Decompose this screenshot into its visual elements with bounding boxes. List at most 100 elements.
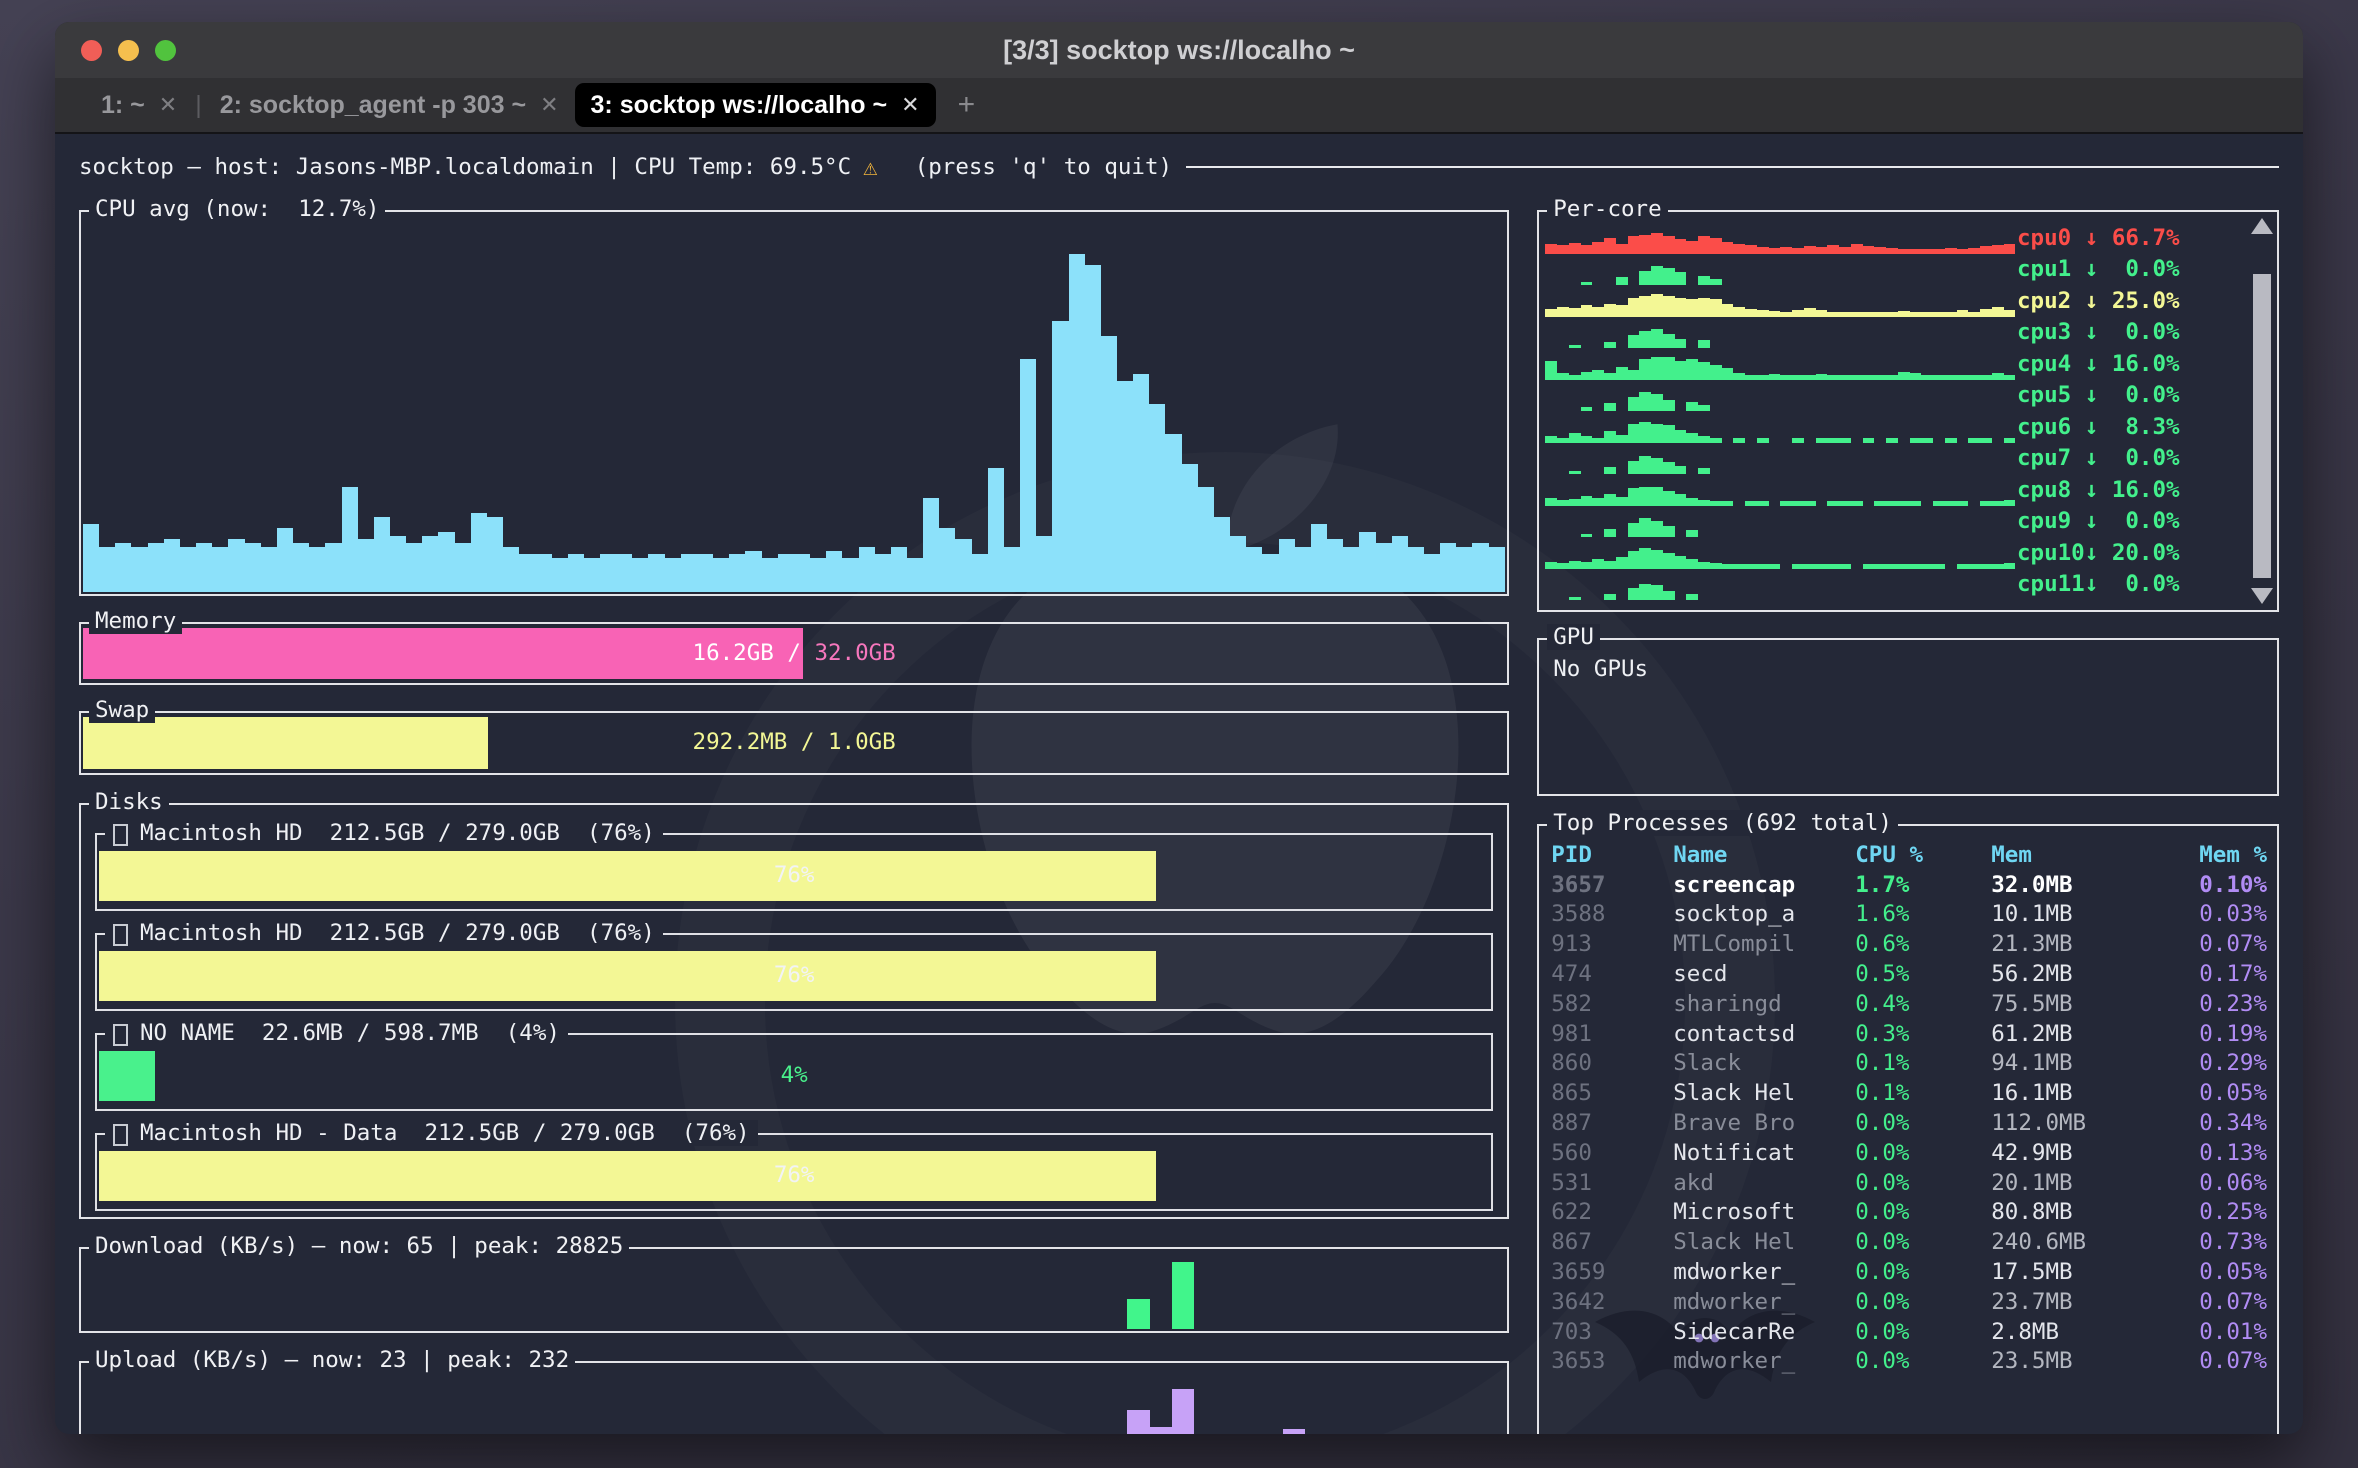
process-row[interactable]: 867Slack Hel0.0%240.6MB0.73% (1551, 1227, 2267, 1257)
process-row[interactable]: 981contactsd0.3%61.2MB0.19% (1551, 1019, 2267, 1049)
process-cell: 0.06% (2199, 1170, 2267, 1196)
process-row[interactable]: 3642mdworker_0.0%23.7MB0.07% (1551, 1287, 2267, 1317)
process-cell: contactsd (1673, 1021, 1855, 1047)
process-cell: 0.1% (1855, 1050, 1991, 1076)
core-row: cpu11↓ 0.0% (1545, 569, 2241, 601)
process-cell: SidecarRe (1673, 1319, 1855, 1345)
core-label: cpu2 ↓ 25.0% (2015, 286, 2241, 317)
disk-bar-label: 76% (99, 962, 1489, 988)
process-row[interactable]: 3657screencap1.7%32.0MB0.10% (1551, 870, 2267, 900)
disk-usage-bar: 76% (99, 951, 1489, 1001)
process-column-header: Name (1673, 842, 1855, 868)
core-sparkline (1545, 285, 2015, 317)
process-cell: 0.0% (1855, 1199, 1991, 1225)
close-tab-icon[interactable]: ✕ (540, 92, 558, 118)
process-cell: 913 (1551, 931, 1673, 957)
scrollbar-thumb[interactable] (2253, 274, 2271, 578)
core-label: cpu1 ↓ 0.0% (2015, 254, 2241, 285)
process-row[interactable]: 560Notificat0.0%42.9MB0.13% (1551, 1138, 2267, 1168)
process-row[interactable]: 474secd0.5%56.2MB0.17% (1551, 959, 2267, 989)
tab-3-active[interactable]: 3: socktop ws://localho ~ ✕ (575, 83, 936, 127)
tab-1[interactable]: 1: ~ ✕ (85, 83, 193, 127)
download-panel: Download (KB/s) — now: 65 | peak: 28825 (79, 1247, 1509, 1334)
new-tab-button[interactable]: + (936, 88, 998, 122)
core-row: cpu7 ↓ 0.0% (1545, 443, 2241, 475)
process-table-header: PIDNameCPU %MemMem % (1551, 840, 2267, 870)
process-cell: socktop_a (1673, 901, 1855, 927)
process-cell: 0.5% (1855, 961, 1991, 987)
tab-label: 3: socktop ws://localho ~ (591, 91, 888, 120)
core-label: cpu3 ↓ 0.0% (2015, 317, 2241, 348)
core-label: cpu8 ↓ 16.0% (2015, 475, 2241, 506)
process-cell: 474 (1551, 961, 1673, 987)
core-label: cpu11↓ 0.0% (2015, 569, 2241, 600)
process-row[interactable]: 3588socktop_a1.6%10.1MB0.03% (1551, 900, 2267, 930)
process-cell: 3659 (1551, 1259, 1673, 1285)
process-row[interactable]: 531akd0.0%20.1MB0.06% (1551, 1168, 2267, 1198)
close-tab-icon[interactable]: ✕ (159, 92, 177, 118)
disk-item: Macintosh HD - Data 212.5GB / 279.0GB (7… (95, 1133, 1493, 1211)
memory-title: Memory (89, 608, 182, 634)
process-cell: 20.1MB (1991, 1170, 2199, 1196)
window-titlebar[interactable]: [3/3] socktop ws://localho ~ (55, 22, 2303, 78)
header-rule (1186, 166, 2279, 168)
swap-bar-label: 292.2MB / 1.0GB (83, 729, 1505, 755)
tab-label: 2: socktop_agent -p 303 ~ (220, 91, 526, 120)
process-cell: 0.1% (1855, 1080, 1991, 1106)
disk-bar-label: 76% (99, 862, 1489, 888)
process-cell: 0.0% (1855, 1140, 1991, 1166)
process-cell: 0.0% (1855, 1259, 1991, 1285)
scroll-up-icon[interactable] (2251, 218, 2273, 234)
process-cell: 531 (1551, 1170, 1673, 1196)
process-cell: 0.01% (2199, 1319, 2267, 1345)
core-sparkline (1545, 348, 2015, 380)
process-cell: Microsoft (1673, 1199, 1855, 1225)
missing-glyph-icon (113, 1024, 128, 1046)
tab-separator: | (193, 91, 204, 120)
terminal-content: socktop — host: Jasons-MBP.localdomain |… (55, 136, 2303, 1434)
temp-warning-icon: ⚠ (863, 153, 877, 181)
process-cell: secd (1673, 961, 1855, 987)
core-sparkline (1545, 569, 2015, 601)
disks-panel: Disks Macintosh HD 212.5GB / 279.0GB (76… (79, 803, 1509, 1219)
process-row[interactable]: 622Microsoft0.0%80.8MB0.25% (1551, 1198, 2267, 1228)
process-cell: 80.8MB (1991, 1199, 2199, 1225)
core-row: cpu3 ↓ 0.0% (1545, 317, 2241, 349)
core-row: cpu5 ↓ 0.0% (1545, 380, 2241, 412)
gpu-title: GPU (1547, 624, 1600, 650)
process-column-header: Mem % (2199, 842, 2267, 868)
process-cell: 240.6MB (1991, 1229, 2199, 1255)
process-row[interactable]: 887Brave Bro0.0%112.0MB0.34% (1551, 1108, 2267, 1138)
process-row[interactable]: 865Slack Hel0.1%16.1MB0.05% (1551, 1078, 2267, 1108)
process-row[interactable]: 3653mdworker_0.0%23.5MB0.07% (1551, 1347, 2267, 1377)
memory-panel: Memory 16.2GB / 32.0GB (79, 622, 1509, 686)
process-cell: Slack (1673, 1050, 1855, 1076)
process-cell: Notificat (1673, 1140, 1855, 1166)
process-cell: 0.05% (2199, 1259, 2267, 1285)
core-row: cpu8 ↓ 16.0% (1545, 474, 2241, 506)
disk-usage-bar: 4% (99, 1051, 1489, 1101)
per-core-scrollbar[interactable] (2251, 218, 2273, 604)
core-label: cpu9 ↓ 0.0% (2015, 506, 2241, 537)
upload-chart (83, 1367, 1505, 1434)
process-cell: 0.0% (1855, 1319, 1991, 1345)
process-row[interactable]: 3659mdworker_0.0%17.5MB0.05% (1551, 1257, 2267, 1287)
swap-title: Swap (89, 697, 155, 723)
disk-item-title: Macintosh HD - Data 212.5GB / 279.0GB (7… (105, 1120, 758, 1146)
core-label: cpu0 ↓ 66.7% (2015, 223, 2241, 254)
process-cell: 0.0% (1855, 1170, 1991, 1196)
close-tab-icon[interactable]: ✕ (901, 92, 919, 118)
disk-item: NO NAME 22.6MB / 598.7MB (4%)4% (95, 1033, 1493, 1111)
process-cell: 23.7MB (1991, 1289, 2199, 1315)
process-row[interactable]: 582sharingd0.4%75.5MB0.23% (1551, 989, 2267, 1019)
process-row[interactable]: 913MTLCompil0.6%21.3MB0.07% (1551, 929, 2267, 959)
process-row[interactable]: 860Slack0.1%94.1MB0.29% (1551, 1049, 2267, 1079)
tab-2[interactable]: 2: socktop_agent -p 303 ~ ✕ (204, 83, 575, 127)
process-cell: 981 (1551, 1021, 1673, 1047)
disk-bar-label: 76% (99, 1162, 1489, 1188)
process-cell: 0.07% (2199, 1289, 2267, 1315)
process-row[interactable]: 703SidecarRe0.0%2.8MB0.01% (1551, 1317, 2267, 1347)
tab-label: 1: ~ (101, 91, 145, 120)
process-cell: 112.0MB (1991, 1110, 2199, 1136)
scroll-down-icon[interactable] (2251, 588, 2273, 604)
